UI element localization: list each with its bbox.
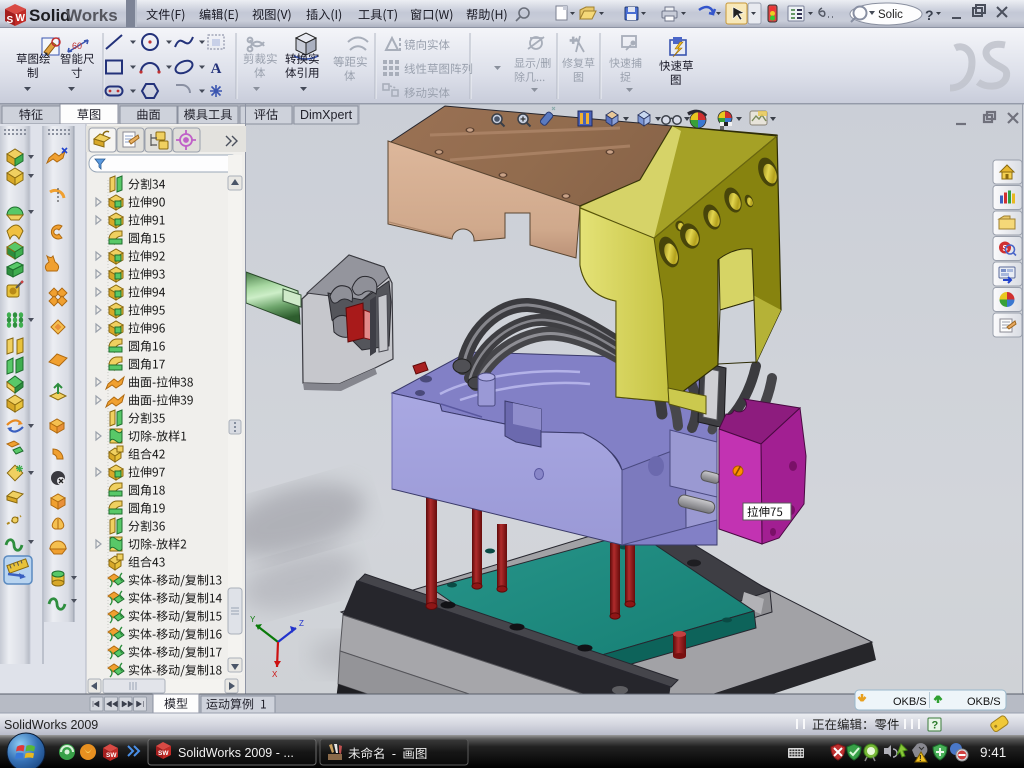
svg-text:?: ? <box>932 720 939 732</box>
svg-text:SolidWorks 2009: SolidWorks 2009 <box>4 718 98 732</box>
svg-text:OKB/S: OKB/S <box>893 696 927 708</box>
svg-text:DimXpert: DimXpert <box>300 108 353 122</box>
svg-text:W: W <box>16 13 26 24</box>
svg-text:Solid: Solid <box>29 6 71 25</box>
svg-text:9:41: 9:41 <box>980 745 1006 760</box>
svg-text:Y: Y <box>250 615 256 624</box>
svg-text:SW: SW <box>158 750 169 757</box>
svg-text:A: A <box>211 61 222 77</box>
svg-text:Solic: Solic <box>878 9 903 21</box>
svg-text:X: X <box>272 670 278 679</box>
svg-text:S: S <box>7 15 14 26</box>
svg-text:SW: SW <box>106 752 117 759</box>
svg-text:?: ? <box>925 7 934 23</box>
svg-text:OKB/S: OKB/S <box>967 696 1001 708</box>
svg-text:Works: Works <box>66 6 118 25</box>
svg-text:60: 60 <box>72 41 82 51</box>
svg-text:SolidWorks 2009 - ...: SolidWorks 2009 - ... <box>178 746 294 760</box>
svg-text:Z: Z <box>299 619 304 628</box>
svg-text:+: + <box>570 35 576 47</box>
svg-text:!: ! <box>919 754 922 763</box>
